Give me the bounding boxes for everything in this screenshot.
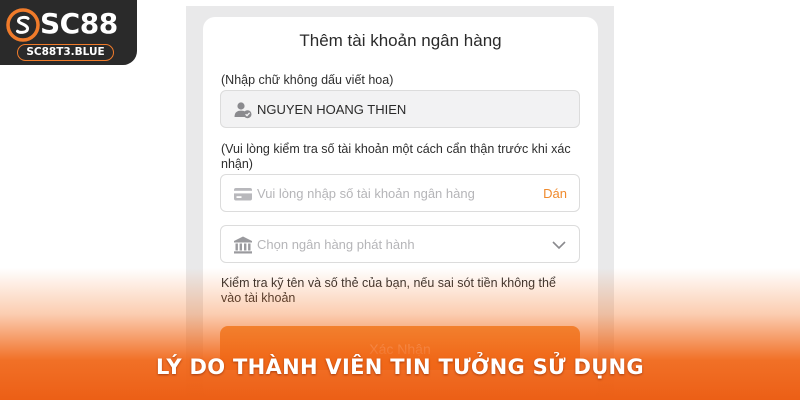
account-number-placeholder: Vui lòng nhập số tài khoản ngân hàng bbox=[257, 186, 475, 201]
banner-headline: LÝ DO THÀNH VIÊN TIN TƯỞNG SỬ DỤNG bbox=[156, 355, 644, 379]
brand-domain: SC88T3.BLUE bbox=[17, 44, 114, 61]
brand-mark-icon bbox=[6, 8, 40, 42]
brand-name: SC88 bbox=[40, 7, 118, 40]
account-holder-value: NGUYEN HOANG THIEN bbox=[257, 102, 407, 117]
account-number-hint: (Vui lòng kiểm tra số tài khoản một cách… bbox=[221, 142, 571, 171]
card-icon bbox=[234, 188, 252, 201]
chevron-down-icon bbox=[552, 241, 566, 250]
bank-icon bbox=[234, 236, 252, 254]
dialog-title: Thêm tài khoản ngân hàng bbox=[299, 31, 502, 50]
bank-select-placeholder: Chọn ngân hàng phát hành bbox=[257, 237, 415, 252]
user-check-icon bbox=[234, 102, 252, 119]
bank-select[interactable]: Chọn ngân hàng phát hành bbox=[220, 225, 580, 263]
paste-button[interactable]: Dán bbox=[543, 186, 567, 202]
account-holder-field[interactable]: NGUYEN HOANG THIEN bbox=[220, 90, 580, 128]
account-number-field[interactable]: Vui lòng nhập số tài khoản ngân hàng Dán bbox=[220, 174, 580, 212]
verification-note: Kiểm tra kỹ tên và số thẻ của bạn, nếu s… bbox=[221, 276, 556, 305]
add-bank-account-dialog: Thêm tài khoản ngân hàng (Nhập chữ không… bbox=[203, 17, 598, 400]
name-hint: (Nhập chữ không dấu viết hoa) bbox=[221, 73, 394, 87]
brand-logo: SC88 SC88T3.BLUE bbox=[0, 0, 137, 65]
